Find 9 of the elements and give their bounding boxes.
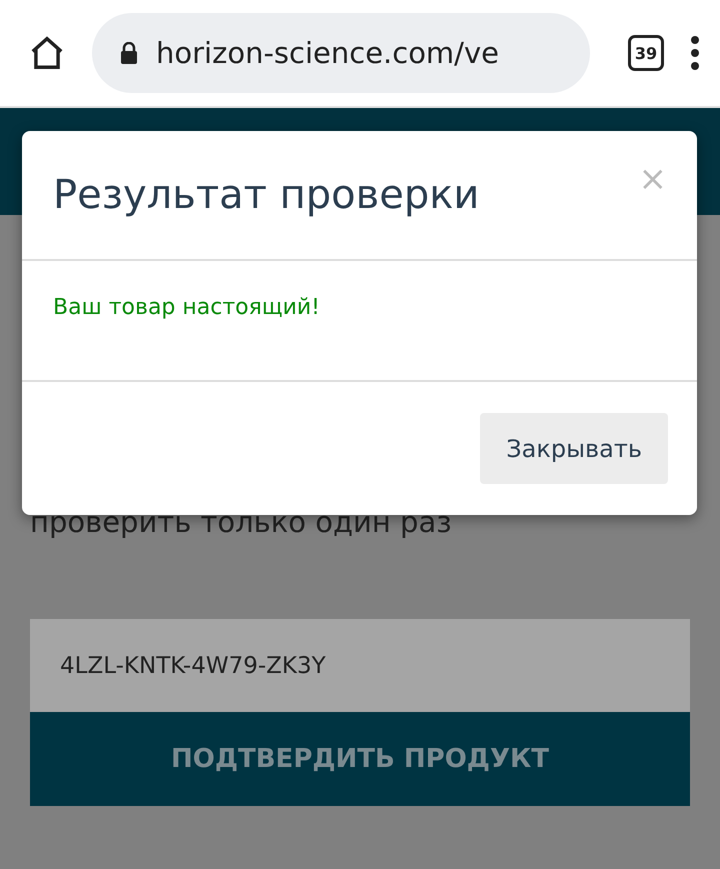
- lock-icon: [120, 42, 138, 64]
- result-message: Ваш товар настоящий!: [53, 295, 320, 320]
- close-dialog-button[interactable]: Закрывать: [480, 413, 668, 484]
- code-field[interactable]: 4LZL-KNTK-4W79-ZK3Y: [30, 619, 690, 712]
- menu-icon[interactable]: [690, 36, 700, 70]
- url-field[interactable]: horizon-science.com/ve: [92, 13, 590, 93]
- dialog-title: Результат проверки: [53, 172, 480, 218]
- tab-count-button[interactable]: 39: [628, 35, 664, 71]
- confirm-button[interactable]: ПОДТВЕРДИТЬ ПРОДУКТ: [30, 712, 690, 806]
